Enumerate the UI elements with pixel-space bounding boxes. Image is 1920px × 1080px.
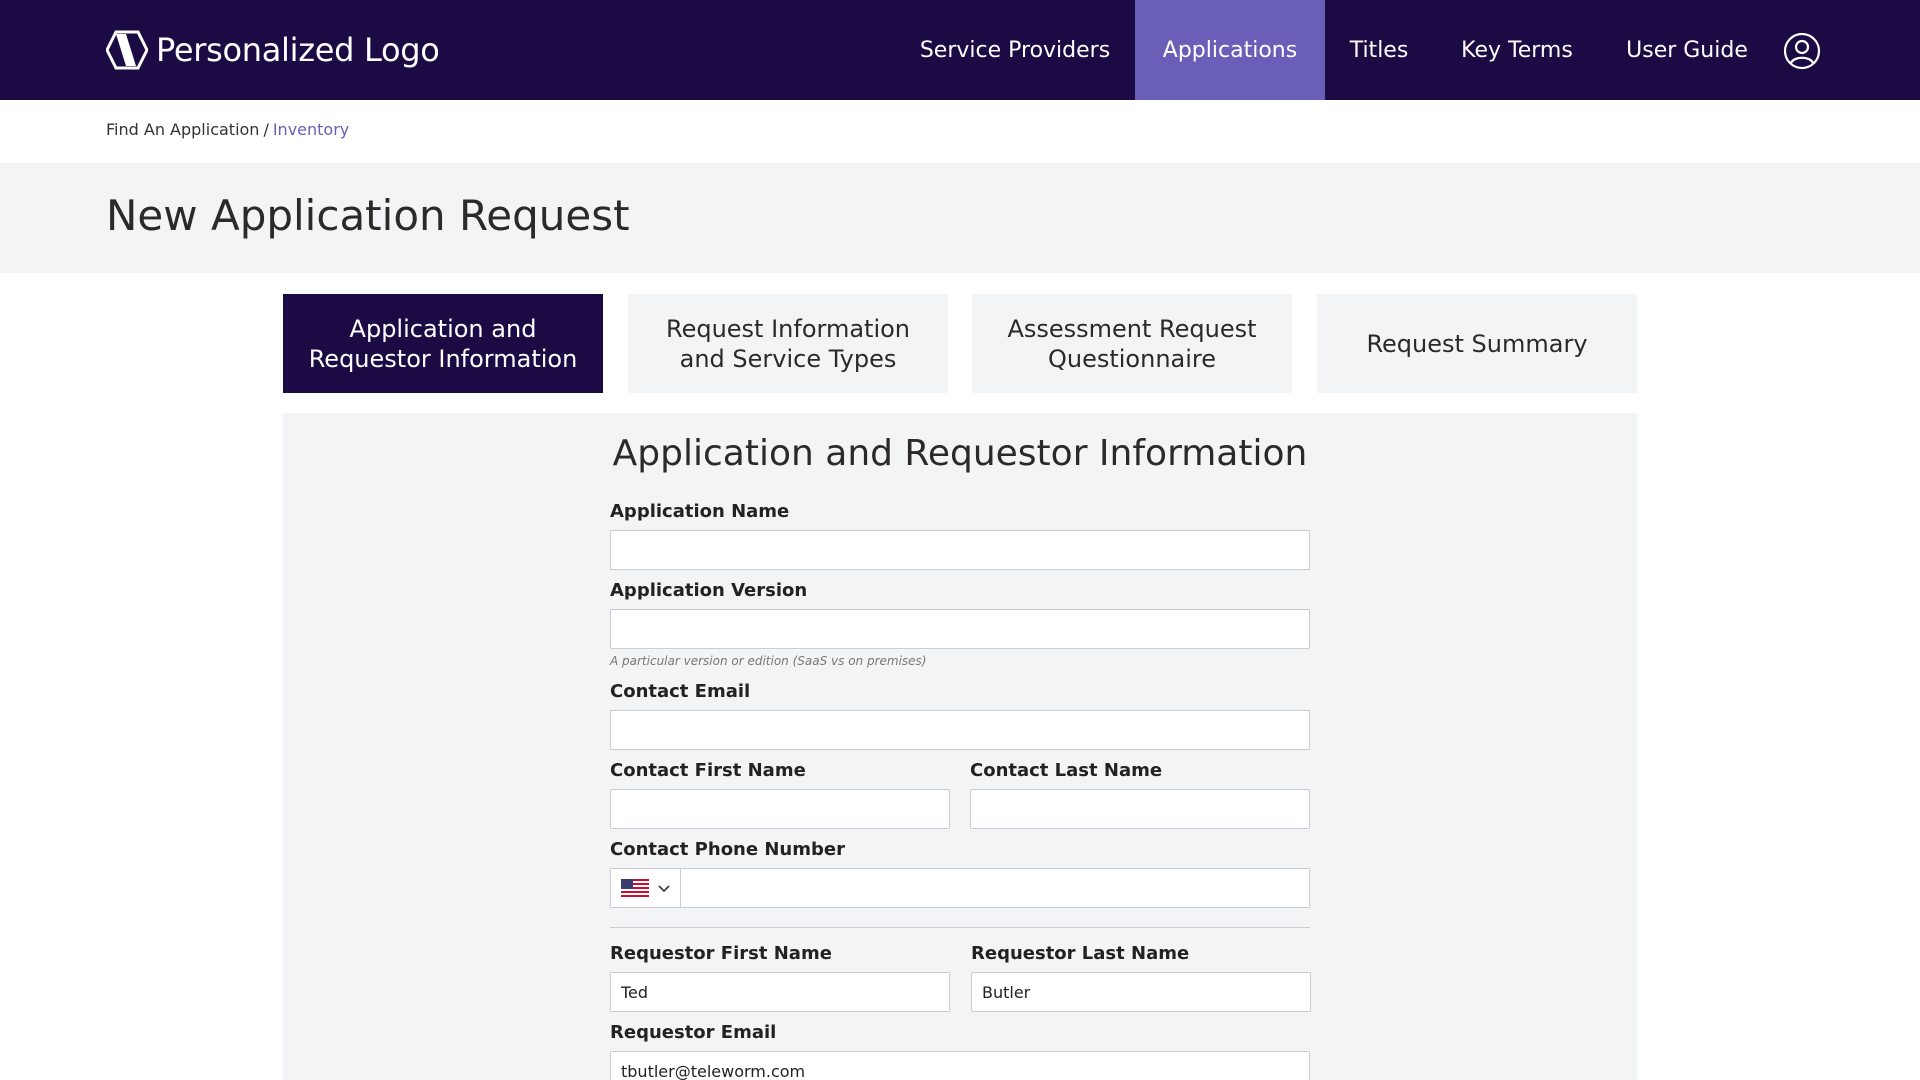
requestor-email-label: Requestor Email: [610, 1022, 777, 1043]
requestor-first-name-label: Requestor First Name: [610, 943, 832, 964]
application-version-hint: A particular version or edition (SaaS vs…: [610, 654, 927, 668]
form-panel: Application and Requestor Information Ap…: [283, 413, 1637, 1080]
section-divider: [610, 927, 1310, 928]
nav-applications[interactable]: Applications: [1135, 0, 1325, 100]
nav-titles[interactable]: Titles: [1325, 0, 1433, 100]
top-header: Personalized Logo Service Providers Appl…: [0, 0, 1920, 100]
contact-last-name-input[interactable]: [970, 789, 1310, 829]
contact-email-label: Contact Email: [610, 681, 751, 702]
application-name-input[interactable]: [610, 530, 1310, 570]
breadcrumb-separator: /: [263, 120, 269, 139]
user-circle-icon[interactable]: [1783, 32, 1821, 70]
application-version-label: Application Version: [610, 580, 808, 601]
country-code-dropdown[interactable]: [611, 869, 681, 907]
requestor-email-input[interactable]: [610, 1051, 1310, 1080]
step-tab-request-summary[interactable]: Request Summary: [1317, 294, 1637, 393]
form-title: Application and Requestor Information: [612, 433, 1308, 474]
breadcrumb-current[interactable]: Inventory: [273, 120, 349, 139]
contact-last-name-label: Contact Last Name: [970, 760, 1163, 781]
contact-email-input[interactable]: [610, 710, 1310, 750]
application-name-label: Application Name: [610, 501, 790, 522]
nav-user-guide[interactable]: User Guide: [1601, 0, 1773, 100]
step-tab-request-information[interactable]: Request Information and Service Types: [628, 294, 948, 393]
title-band: New Application Request: [0, 163, 1920, 273]
requestor-last-name-input[interactable]: [971, 972, 1311, 1012]
contact-phone-field: [610, 868, 1310, 908]
logo-mark-icon: [106, 30, 148, 70]
nav-service-providers[interactable]: Service Providers: [900, 0, 1130, 100]
chevron-down-icon: [657, 885, 670, 893]
breadcrumb-parent[interactable]: Find An Application: [106, 120, 259, 139]
step-tab-assessment-questionnaire[interactable]: Assessment Request Questionnaire: [972, 294, 1292, 393]
contact-phone-label: Contact Phone Number: [610, 839, 845, 860]
logo-text: Personalized Logo: [156, 31, 440, 69]
requestor-first-name-input[interactable]: [610, 972, 950, 1012]
logo[interactable]: Personalized Logo: [106, 28, 440, 72]
us-flag-icon: [620, 879, 649, 897]
contact-first-name-label: Contact First Name: [610, 760, 806, 781]
page-title: New Application Request: [106, 191, 630, 240]
contact-phone-input[interactable]: [682, 869, 1309, 907]
nav-key-terms[interactable]: Key Terms: [1433, 0, 1601, 100]
breadcrumb: Find An Application / Inventory: [106, 120, 349, 139]
contact-first-name-input[interactable]: [610, 789, 950, 829]
step-tab-application-requestor[interactable]: Application and Requestor Information: [283, 294, 603, 393]
application-version-input[interactable]: [610, 609, 1310, 649]
requestor-last-name-label: Requestor Last Name: [971, 943, 1190, 964]
